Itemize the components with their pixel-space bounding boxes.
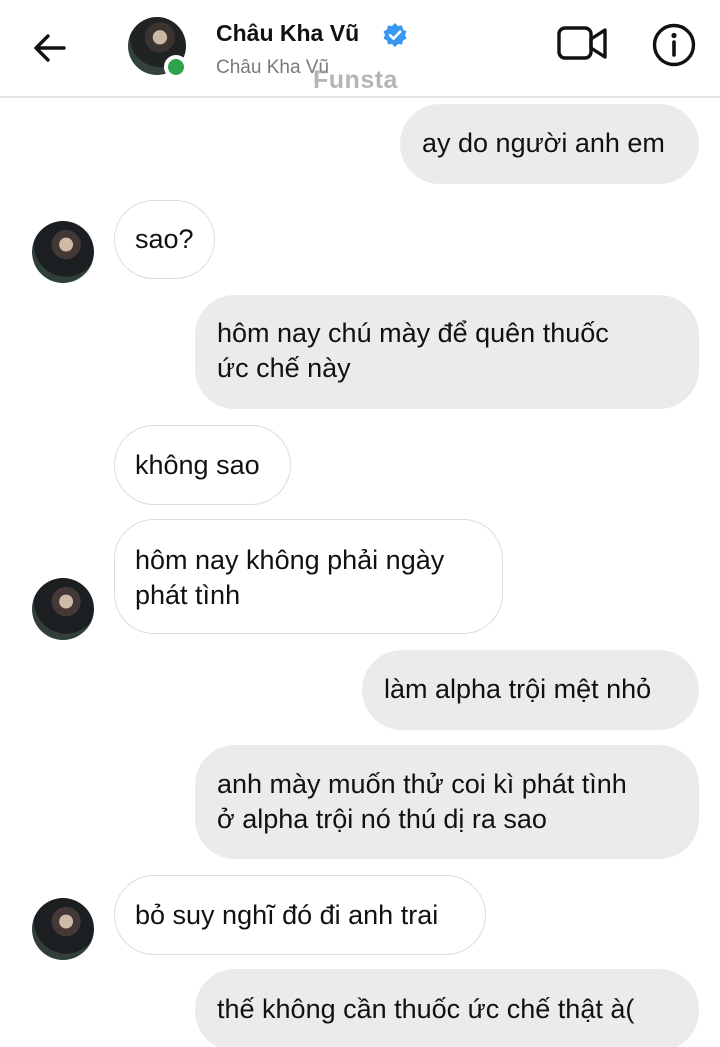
contact-name[interactable]: Châu Kha Vũ — [216, 20, 359, 47]
watermark: Funsta — [313, 66, 398, 94]
verified-badge-icon — [383, 23, 407, 47]
back-arrow-icon — [34, 34, 66, 62]
message-bubble-sent[interactable]: ay do người anh em — [400, 104, 699, 184]
back-button[interactable] — [24, 24, 76, 72]
message-text: bỏ suy nghĩ đó đi anh trai — [135, 900, 439, 930]
message-text: không sao — [135, 450, 260, 480]
message-text-line: anh mày muốn thử coi kì phát tình — [217, 769, 627, 799]
message-bubble-sent[interactable]: làm alpha trội mệt nhỏ — [362, 650, 699, 730]
message-bubble-received[interactable]: bỏ suy nghĩ đó đi anh trai — [114, 875, 486, 955]
contact-avatar[interactable] — [128, 17, 188, 79]
message-text-line: hôm nay không phải ngày — [135, 545, 445, 575]
message-bubble-sent[interactable]: anh mày muốn thử coi kì phát tình ở alph… — [195, 745, 699, 859]
message-bubble-received[interactable]: hôm nay không phải ngày phát tình — [114, 519, 503, 634]
message-bubble-received[interactable]: sao? — [114, 200, 215, 279]
message-text: làm alpha trội mệt nhỏ — [384, 674, 652, 704]
sender-avatar[interactable] — [32, 578, 94, 640]
sender-avatar[interactable] — [32, 221, 94, 283]
message-text: ay do người anh em — [422, 128, 665, 158]
message-bubble-sent[interactable]: hôm nay chú mày để quên thuốc ức chế này — [195, 295, 699, 409]
chat-header: Châu Kha Vũ Châu Kha Vũ Funsta — [0, 0, 720, 98]
video-call-button[interactable] — [556, 22, 610, 66]
online-status-indicator — [164, 55, 188, 79]
message-text-line: phát tình — [135, 580, 241, 610]
sender-avatar[interactable] — [32, 898, 94, 960]
info-icon — [652, 23, 696, 67]
message-text: sao? — [135, 224, 194, 254]
message-text-line: ở alpha trội nó thú dị ra sao — [217, 804, 547, 834]
message-text: thế không cần thuốc ức chế thật à( — [217, 994, 635, 1024]
message-text-line: ức chế này — [217, 353, 351, 383]
message-bubble-sent[interactable]: thế không cần thuốc ức chế thật à( — [195, 969, 699, 1047]
video-call-icon — [557, 26, 607, 60]
chat-screen: Châu Kha Vũ Châu Kha Vũ Funsta ay do ngư… — [0, 0, 720, 1047]
message-bubble-received[interactable]: không sao — [114, 425, 291, 505]
info-button[interactable] — [651, 22, 697, 68]
message-text-line: hôm nay chú mày để quên thuốc — [217, 318, 609, 348]
